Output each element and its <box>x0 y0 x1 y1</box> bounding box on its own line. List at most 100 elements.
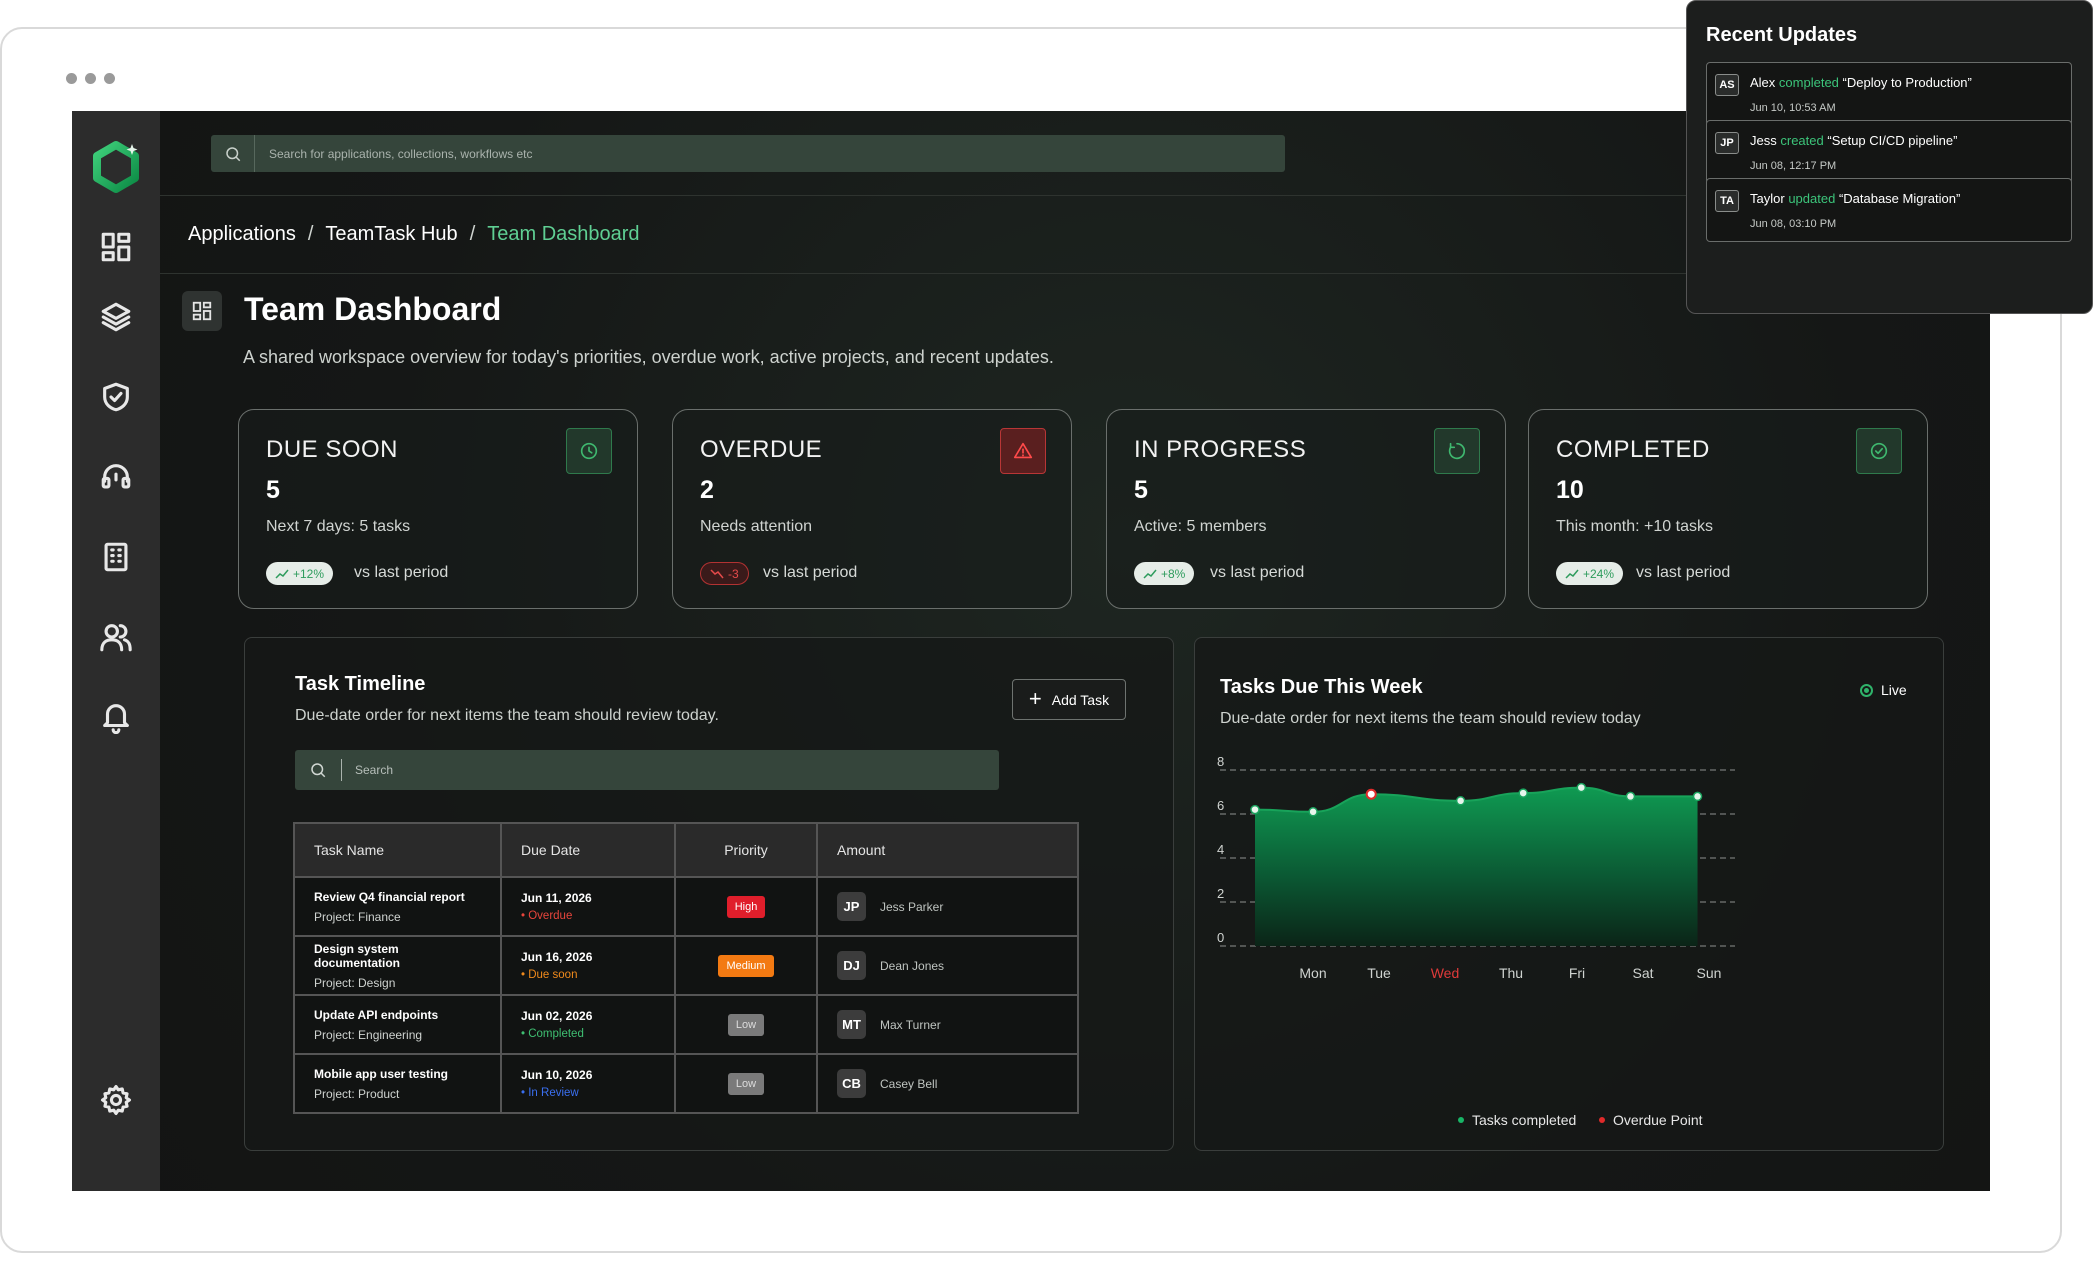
assignee-name: Jess Parker <box>880 899 944 914</box>
legend-label: Tasks completed <box>1472 1112 1577 1128</box>
trend-down-icon <box>710 568 724 578</box>
trend-value: +24% <box>1583 566 1615 581</box>
search-placeholder: Search for applications, collections, wo… <box>269 146 533 161</box>
priority-badge: High <box>726 895 766 918</box>
recent-updates-panel: Recent Updates AS Alex completed “Deploy … <box>1686 0 2093 314</box>
due-date-cell: Jun 11, 2026 • Overdue <box>500 876 676 937</box>
card-title: COMPLETED <box>1556 436 1710 463</box>
avatar: AS <box>1715 74 1739 96</box>
task-name: Update API endpoints <box>314 1007 439 1022</box>
breadcrumb-current: Team Dashboard <box>487 223 640 245</box>
breadcrumb: Applications / TeamTask Hub / Team Dashb… <box>188 223 640 246</box>
data-point <box>1576 782 1587 793</box>
assignee-cell: MT Max Turner <box>816 994 1079 1055</box>
task-project: Project: Finance <box>314 909 401 924</box>
page-subtitle: A shared workspace overview for today's … <box>243 347 1054 367</box>
card-note: Active: 5 members <box>1134 518 1267 535</box>
update-item[interactable]: AS Alex completed “Deploy to Production” J… <box>1706 62 2072 126</box>
column-header[interactable]: Amount <box>816 822 1079 878</box>
app-logo <box>88 139 144 195</box>
legend-item: Overdue Point <box>1599 1112 1703 1128</box>
update-time: Jun 08, 12:17 PM <box>1750 160 1837 172</box>
users-icon[interactable] <box>94 615 138 659</box>
update-item[interactable]: TA Taylor updated “Database Migration” Jun… <box>1706 178 2072 242</box>
column-header[interactable]: Priority <box>674 822 818 878</box>
update-target: “Deploy to Production” <box>1842 75 1972 90</box>
data-point <box>1518 788 1528 798</box>
assignee-name: Casey Bell <box>880 1076 938 1091</box>
bell-icon[interactable] <box>94 695 138 739</box>
update-text: Taylor updated “Database Migration” <box>1750 191 1960 206</box>
shield-icon[interactable] <box>94 375 138 419</box>
dashboard-icon[interactable] <box>94 225 138 269</box>
trend-badge: +8% <box>1134 562 1195 585</box>
add-task-button[interactable]: + Add Task <box>1012 679 1126 720</box>
window-dot[interactable] <box>66 73 77 84</box>
window-dot[interactable] <box>85 73 96 84</box>
plus-icon: + <box>1028 685 1042 711</box>
progress-circle-icon <box>1434 428 1480 474</box>
panel-subtitle: Due-date order for next items the team s… <box>295 707 719 724</box>
priority-badge: Medium <box>718 954 774 977</box>
x-tick-label: Thu <box>1499 965 1523 981</box>
gear-icon[interactable] <box>94 1078 138 1122</box>
status-text: • Due soon <box>521 969 578 981</box>
due-date-cell: Jun 02, 2026 • Completed <box>500 994 676 1055</box>
card-note: Next 7 days: 5 tasks <box>266 518 411 535</box>
update-text: Jess created “Setup CI/CD pipeline” <box>1750 133 1957 148</box>
breadcrumb-applications[interactable]: Applications <box>188 223 296 246</box>
support-icon[interactable] <box>94 455 138 499</box>
overdue-card[interactable]: OVERDUE 2 Needs attention -3 vs last per… <box>672 409 1072 609</box>
column-header[interactable]: Task Name <box>293 822 502 878</box>
breadcrumb-teamtask-hub[interactable]: TeamTask Hub <box>325 223 457 246</box>
table-header-row: Task Name Due Date Priority Amount <box>293 822 1079 878</box>
table-row[interactable]: Review Q4 financial report Project: Finan… <box>293 876 1079 937</box>
trend-up-icon <box>1143 569 1157 579</box>
clock-icon <box>566 428 612 474</box>
page-title: Team Dashboard <box>244 291 502 327</box>
x-tick-label: Wed <box>1431 965 1460 981</box>
data-point <box>1308 807 1318 817</box>
search-placeholder: Search <box>355 763 394 777</box>
overdue-point <box>1365 788 1377 800</box>
due-date: Jun 16, 2026 <box>521 950 593 964</box>
update-action: created <box>1780 133 1824 148</box>
status-text: • In Review <box>521 1087 579 1099</box>
legend-swatch <box>1599 1117 1605 1123</box>
update-action: completed <box>1778 75 1839 90</box>
card-value: 10 <box>1556 476 1584 504</box>
task-name-cell: Update API endpoints Project: Engineering <box>293 994 502 1055</box>
table-row[interactable]: Design system documentation Project: Desi… <box>293 935 1079 996</box>
trend-value: +8% <box>1161 566 1186 581</box>
due-date: Jun 10, 2026 <box>521 1068 593 1082</box>
sidebar <box>72 111 160 1191</box>
priority-cell: High <box>674 876 818 937</box>
trend-badge: +12% <box>266 562 334 585</box>
task-name: Mobile app user testing <box>314 1066 449 1081</box>
due-soon-card[interactable]: DUE SOON 5 Next 7 days: 5 tasks +12% vs … <box>238 409 638 609</box>
update-target: “Database Migration” <box>1838 191 1961 206</box>
trend-value: -3 <box>728 566 739 581</box>
y-tick-label: 0 <box>1217 930 1224 945</box>
dashboard-title-icon <box>182 291 222 331</box>
building-icon[interactable] <box>94 535 138 579</box>
breadcrumb-separator: / <box>469 223 476 245</box>
update-item[interactable]: JP Jess created “Setup CI/CD pipeline” Jun… <box>1706 120 2072 184</box>
table-row[interactable]: Update API endpoints Project: Engineering… <box>293 994 1079 1055</box>
layers-icon[interactable] <box>94 295 138 339</box>
task-search-input[interactable]: Search <box>295 750 999 790</box>
update-text: Alex completed “Deploy to Production” <box>1750 75 1972 90</box>
global-search-input[interactable]: Search for applications, collections, wo… <box>211 135 1285 172</box>
status-text: • Completed <box>521 1028 584 1040</box>
x-tick-label: Mon <box>1299 965 1326 981</box>
window-dot[interactable] <box>104 73 115 84</box>
update-time: Jun 10, 10:53 AM <box>1750 102 1836 114</box>
column-header[interactable]: Due Date <box>500 822 676 878</box>
table-row[interactable]: Mobile app user testing Project: Product J… <box>293 1053 1079 1114</box>
y-tick-label: 6 <box>1217 798 1224 813</box>
in-progress-card[interactable]: IN PROGRESS 5 Active: 5 members +8% vs l… <box>1106 409 1506 609</box>
panel-title: Task Timeline <box>295 673 426 695</box>
y-tick-label: 2 <box>1217 886 1224 901</box>
card-value: 2 <box>700 476 714 504</box>
window-controls <box>66 73 115 84</box>
